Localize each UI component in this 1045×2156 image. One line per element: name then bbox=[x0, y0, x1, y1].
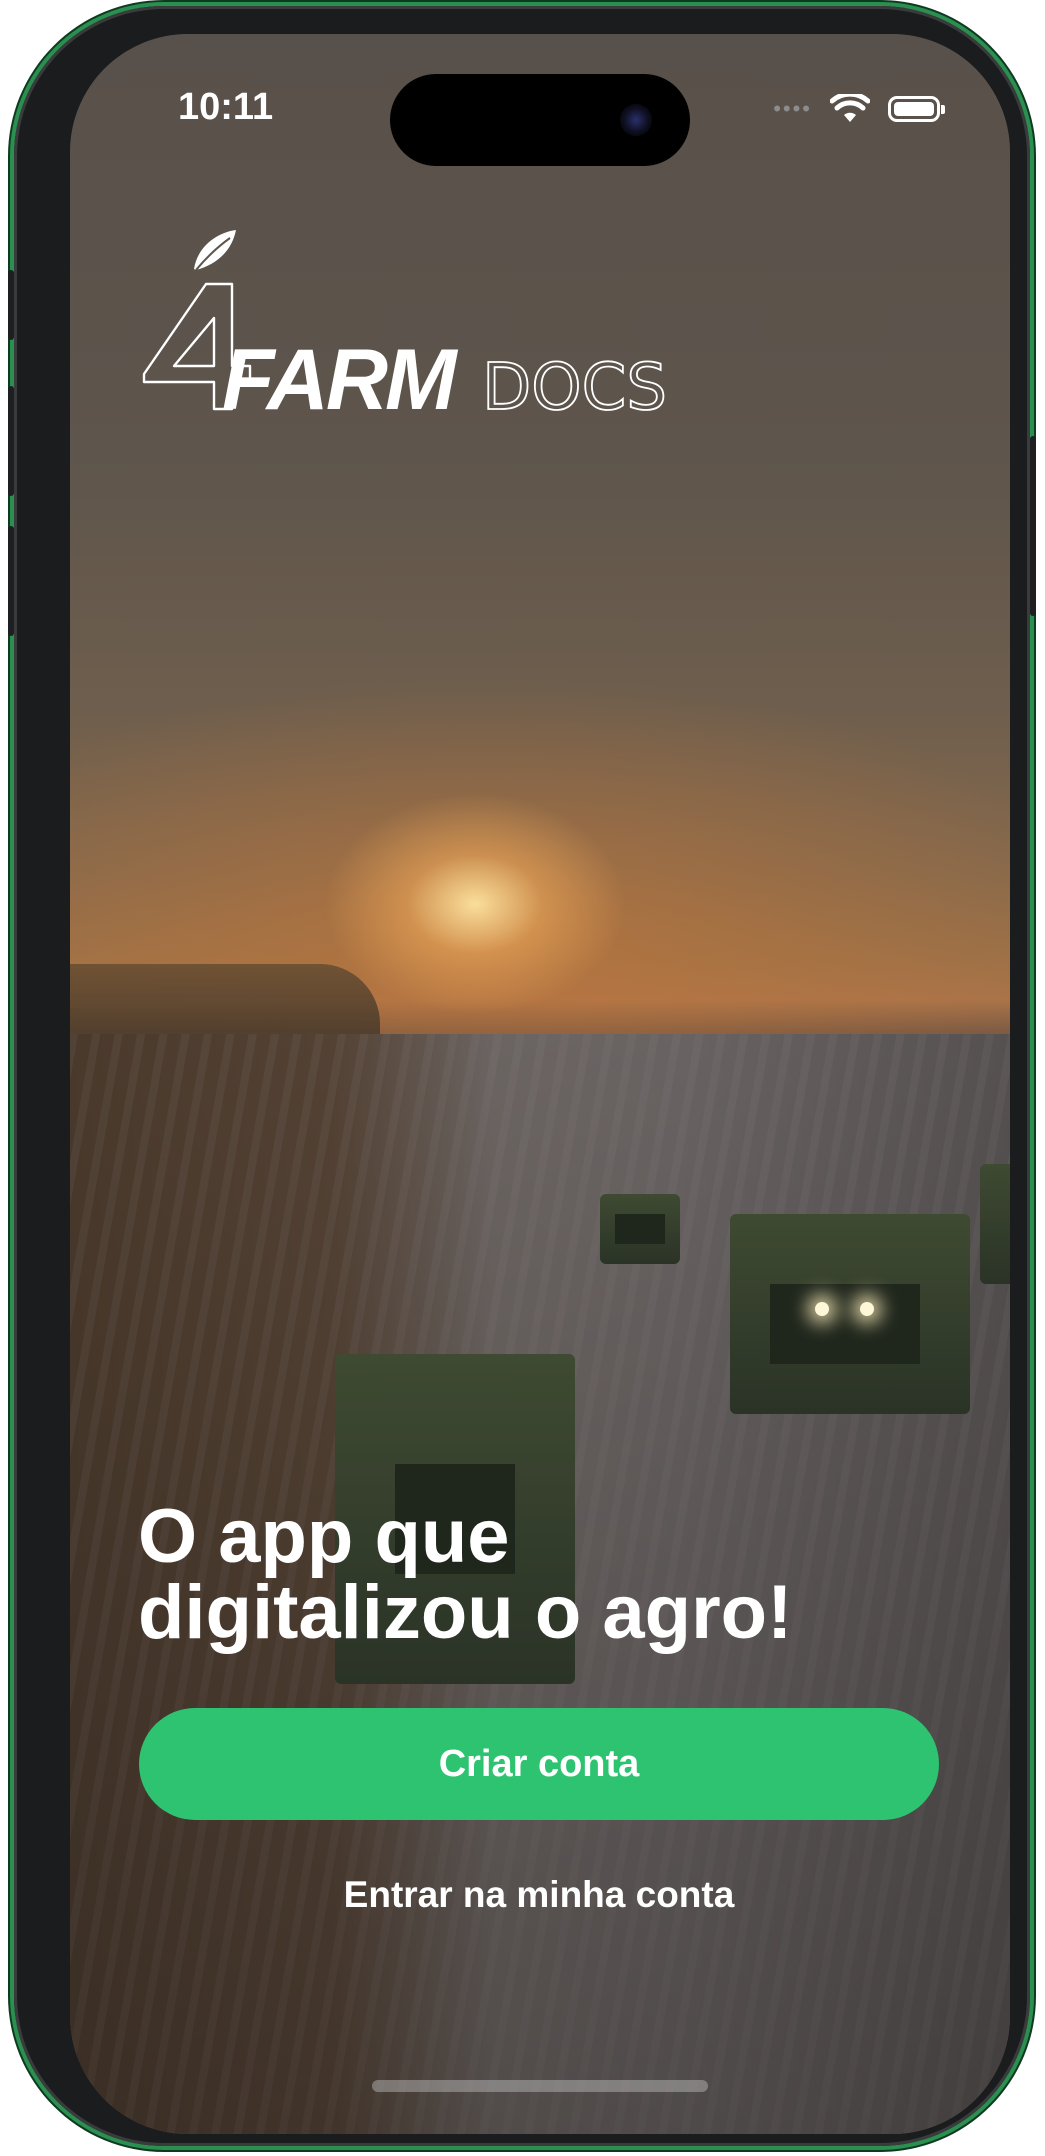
harvester-right bbox=[730, 1214, 970, 1414]
headline-line-1: O app que bbox=[138, 1494, 510, 1579]
volume-up-button bbox=[8, 386, 14, 496]
login-link[interactable]: Entrar na minha conta bbox=[139, 1874, 939, 1916]
headline-line-2: digitalizou o agro! bbox=[138, 1570, 793, 1655]
app-screen: 10:11 •••• FARM DOCS O app que digitaliz… bbox=[70, 34, 1010, 2134]
wifi-icon bbox=[830, 94, 870, 122]
phone-frame: 10:11 •••• FARM DOCS O app que digitaliz… bbox=[8, 6, 1036, 2146]
app-logo: FARM DOCS bbox=[142, 230, 668, 424]
signal-dots-icon: •••• bbox=[773, 96, 812, 121]
svg-text:DOCS: DOCS bbox=[482, 351, 667, 424]
dynamic-island bbox=[390, 74, 690, 166]
hero-headline: O app que digitalizou o agro! bbox=[138, 1499, 958, 1651]
volume-down-button bbox=[8, 526, 14, 636]
treeline bbox=[70, 964, 380, 1039]
status-time: 10:11 bbox=[178, 86, 274, 128]
status-icons: •••• bbox=[773, 94, 945, 124]
leaf-icon bbox=[194, 230, 236, 271]
create-account-button[interactable]: Criar conta bbox=[139, 1708, 939, 1820]
power-button bbox=[1030, 436, 1036, 616]
home-indicator[interactable] bbox=[372, 2080, 708, 2092]
harvester-far bbox=[600, 1194, 680, 1264]
camera-icon bbox=[620, 104, 652, 136]
harvester-edge bbox=[980, 1164, 1010, 1284]
action-button bbox=[8, 270, 14, 340]
svg-text:FARM: FARM bbox=[222, 332, 459, 424]
battery-icon bbox=[888, 96, 945, 122]
